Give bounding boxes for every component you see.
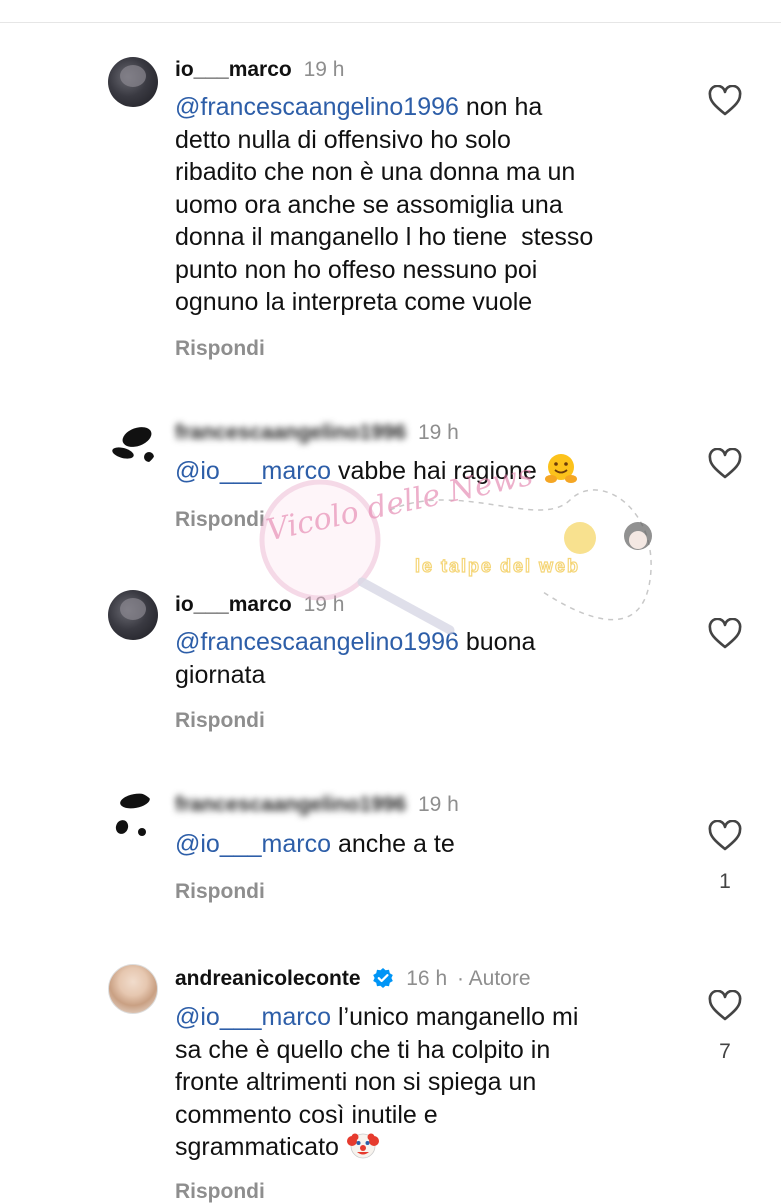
comment-username[interactable]: io___marco <box>175 593 292 616</box>
profile-avatar[interactable] <box>108 792 158 842</box>
comment-mention[interactable]: @io___marco <box>175 1003 331 1031</box>
comment-time: 19 h <box>417 793 459 816</box>
comment-time: 19 h <box>417 421 459 444</box>
profile-avatar[interactable] <box>108 590 158 640</box>
reply-button[interactable]: Rispondi <box>175 1180 265 1204</box>
heart-icon[interactable] <box>707 85 743 117</box>
comment-text: @francescaangelino1996 non ha detto null… <box>175 91 675 319</box>
watermark: Vicolo delle News le talpe del web <box>259 470 652 635</box>
reply-button[interactable]: Rispondi <box>175 880 265 904</box>
clown-face-emoji <box>346 1133 379 1159</box>
comment-header: io___marco 19 h <box>175 57 344 83</box>
profile-avatar[interactable] <box>108 57 158 107</box>
heart-icon[interactable] <box>707 448 743 480</box>
comment-text: @io___marco vabbe hai ragione <box>175 454 675 488</box>
comment-text: @io___marco l’unico manganello mi sa che… <box>175 1001 675 1164</box>
comment-header: io___marco 19 h <box>175 592 344 618</box>
comment-header: francescaangelino1996 19 h <box>175 792 459 818</box>
comment-header: andreanicoleconte 16 h · Autore <box>175 966 531 992</box>
watermark-text: le talpe del web <box>415 556 580 576</box>
comment-mention[interactable]: @francescaangelino1996 <box>175 628 459 656</box>
comment-username[interactable]: francescaangelino1996 <box>175 421 406 444</box>
comment-text: @francescaangelino1996 buona giornata <box>175 626 675 691</box>
like-count: 7 <box>719 1040 731 1063</box>
top-divider <box>0 22 781 23</box>
comment-text: @io___marco anche a te <box>175 828 675 861</box>
heart-icon[interactable] <box>707 990 743 1022</box>
comment-header: francescaangelino1996 19 h <box>175 420 459 446</box>
comment-mention[interactable]: @francescaangelino1996 <box>175 93 459 121</box>
comment-time: 16 h <box>406 967 448 990</box>
comment-username[interactable]: andreanicoleconte <box>175 967 361 990</box>
profile-avatar[interactable] <box>108 964 158 1014</box>
comment-body: non ha detto nulla di offensivo ho solo … <box>175 93 594 316</box>
heart-icon[interactable] <box>707 820 743 852</box>
reply-button[interactable]: Rispondi <box>175 337 265 361</box>
like-count: 1 <box>719 870 731 893</box>
verified-badge-icon <box>373 967 394 988</box>
comment-mention[interactable]: @io___marco <box>175 457 331 485</box>
comment-time: 19 h <box>303 58 345 81</box>
hugging-face-emoji <box>544 454 577 484</box>
comment-time: 19 h <box>303 593 345 616</box>
reply-button[interactable]: Rispondi <box>175 508 265 532</box>
comment-body: anche a te <box>331 830 455 858</box>
author-tag: · Autore <box>456 967 531 990</box>
heart-icon[interactable] <box>707 618 743 650</box>
comment-username[interactable]: io___marco <box>175 58 292 81</box>
reply-button[interactable]: Rispondi <box>175 709 265 733</box>
profile-avatar[interactable] <box>108 418 158 468</box>
comment-mention[interactable]: @io___marco <box>175 830 331 858</box>
comment-body: vabbe hai ragione <box>331 457 544 485</box>
comment-username[interactable]: francescaangelino1996 <box>175 793 406 816</box>
